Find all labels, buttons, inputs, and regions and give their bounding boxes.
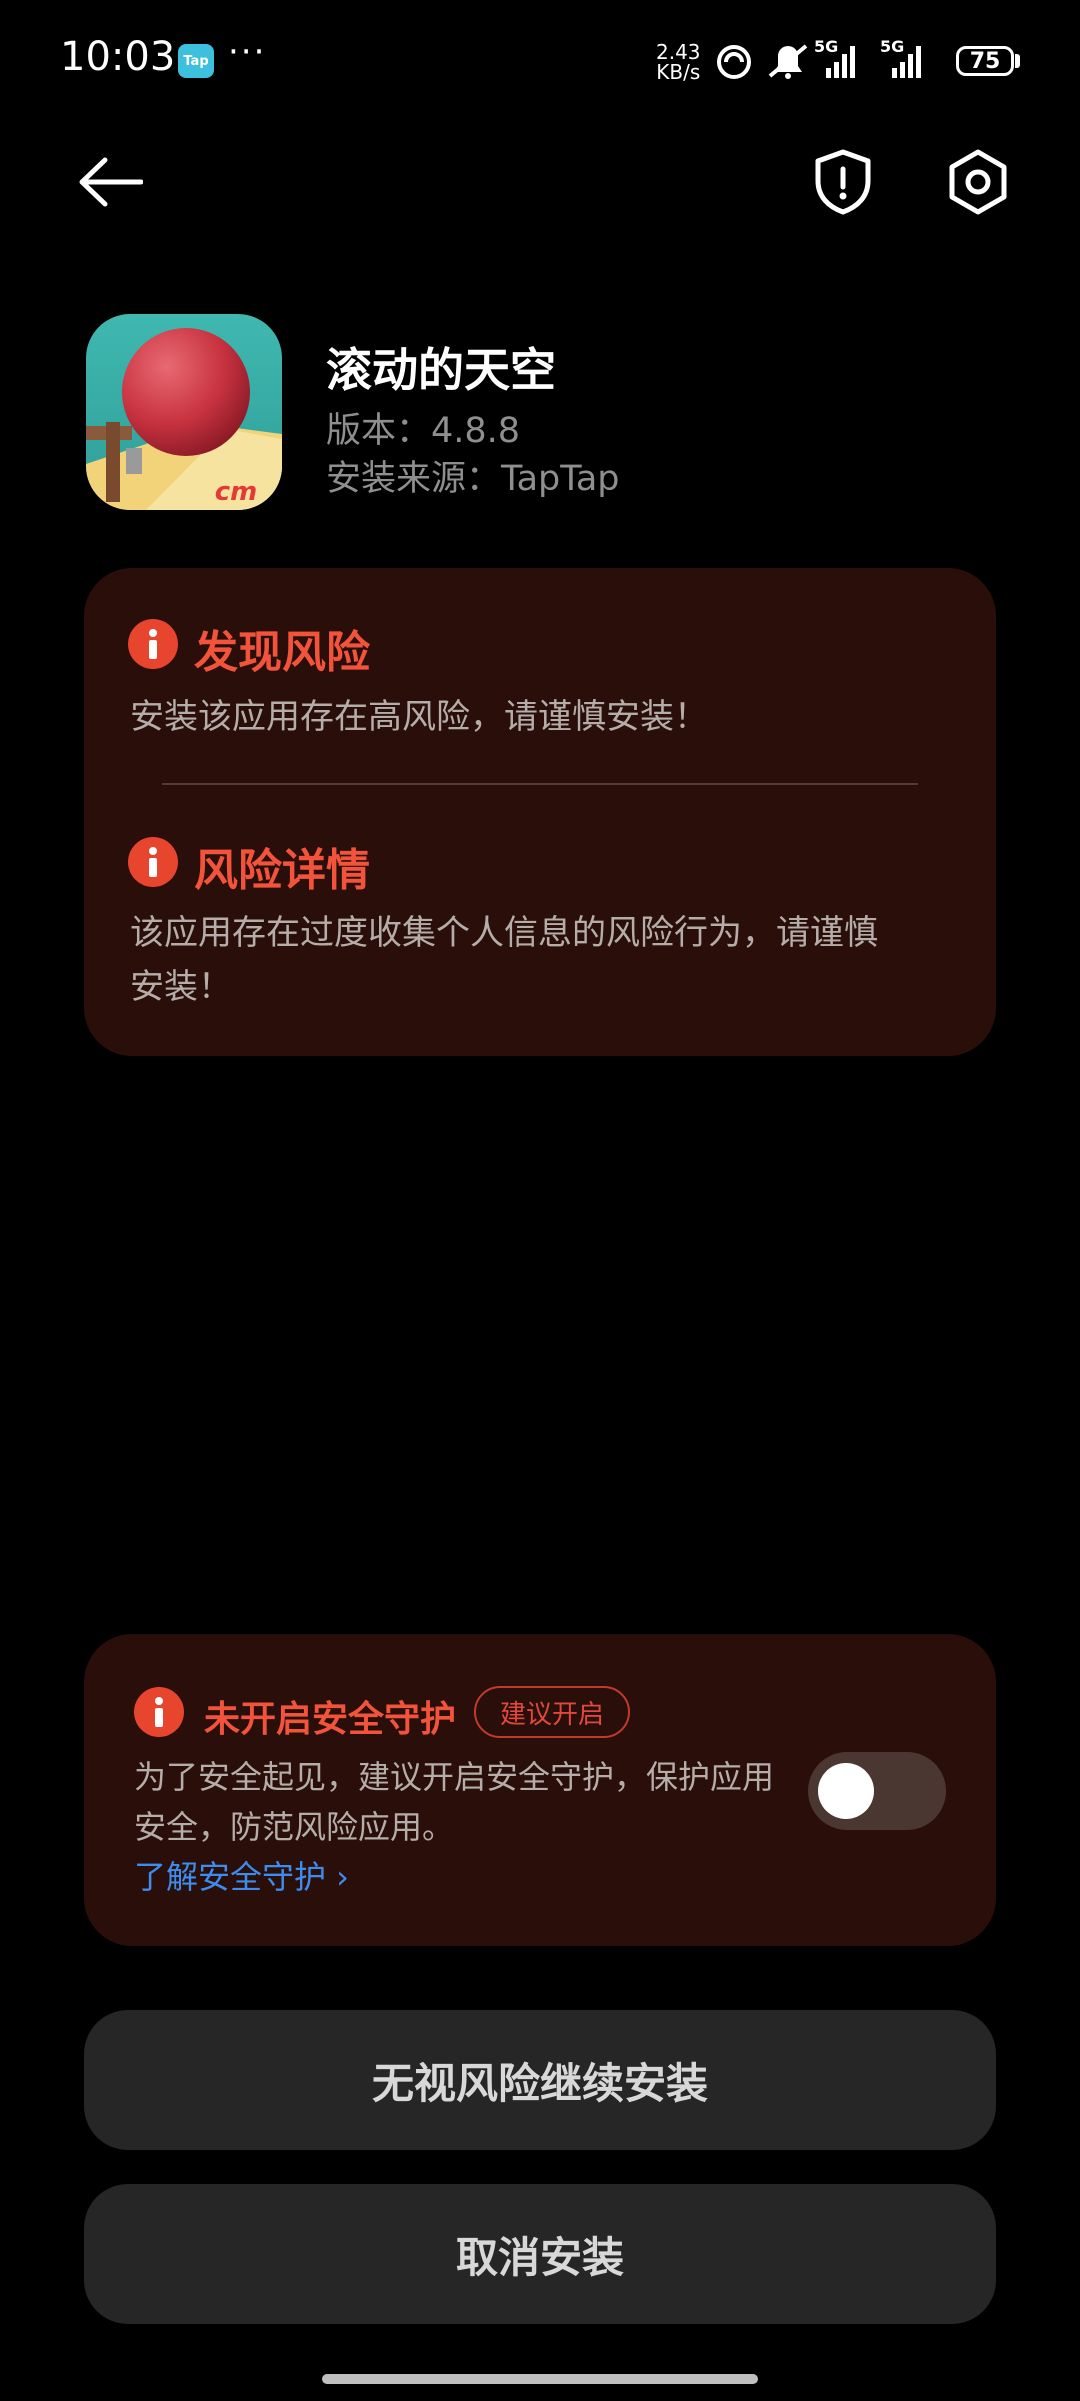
hotspot-icon <box>717 45 751 79</box>
risk-detail-line2: 安装！ <box>130 967 232 1007</box>
signal-5g-icon-2: 5G <box>880 37 921 78</box>
toggle-knob <box>818 1763 874 1819</box>
rolling-sky-app-icon: cm <box>86 314 282 510</box>
taptap-notification-icon: Tap <box>178 44 214 78</box>
shield-alert-icon <box>815 149 871 215</box>
status-icons: 5G 5G <box>717 37 921 79</box>
signal-5g-icon-1: 5G <box>814 37 855 78</box>
network-speed: 2.43 KB/s <box>656 42 701 82</box>
risk-detail-text: 该应用存在过度收集个人信息的风险行为，请谨慎 安装！ <box>130 906 878 1014</box>
security-description-line2: 安全，防范风险应用。 <box>134 1808 455 1846</box>
version-value: 4.8.8 <box>431 411 521 451</box>
app-icon: cm <box>86 314 282 510</box>
network-speed-value: 2.43 <box>656 40 701 64</box>
risk-detail-warning-icon <box>128 837 178 887</box>
signal-2-label: 5G <box>880 37 904 56</box>
risk-detail-title: 风险详情 <box>194 845 370 896</box>
risk-found-title: 发现风险 <box>194 627 370 678</box>
security-report-button[interactable] <box>808 146 878 218</box>
back-arrow-icon <box>79 157 143 207</box>
security-warning-icon <box>134 1687 184 1737</box>
source-label: 安装来源： <box>326 459 502 499</box>
battery-tip <box>1015 54 1020 68</box>
status-time: 10:03 <box>60 34 176 80</box>
risk-detail-line1: 该应用存在过度收集个人信息的风险行为，请谨慎 <box>130 913 878 953</box>
back-button[interactable] <box>70 146 150 218</box>
network-speed-unit: KB/s <box>656 60 701 84</box>
security-title: 未开启安全守护 <box>204 1699 457 1740</box>
risk-divider <box>162 783 918 785</box>
learn-security-link[interactable]: 了解安全守护 › <box>134 1852 349 1898</box>
battery-level: 75 <box>969 48 1001 74</box>
app-version: 版本：4.8.8 <box>326 402 520 453</box>
battery-icon: 75 <box>956 46 1014 76</box>
settings-button[interactable] <box>942 146 1014 218</box>
version-label: 版本： <box>326 411 432 451</box>
settings-gear-icon <box>949 149 1007 215</box>
app-name: 滚动的天空 <box>326 343 556 397</box>
cancel-install-button[interactable]: 取消安装 <box>84 2184 996 2324</box>
install-source: 安装来源：TapTap <box>326 450 620 501</box>
security-description: 为了安全起见，建议开启安全守护，保护应用 安全，防范风险应用。 <box>134 1752 804 1852</box>
home-indicator[interactable] <box>322 2374 758 2384</box>
source-value: TapTap <box>501 459 620 499</box>
ignore-risk-continue-install-button[interactable]: 无视风险继续安装 <box>84 2010 996 2150</box>
more-notifications-icon: ··· <box>228 32 267 72</box>
signal-1-label: 5G <box>814 37 838 56</box>
risk-found-text: 安装该应用存在高风险，请谨慎安装！ <box>130 697 708 737</box>
security-description-line1: 为了安全起见，建议开启安全守护，保护应用 <box>134 1758 775 1796</box>
app-icon-brand: cm <box>215 477 258 507</box>
suggest-enable-badge: 建议开启 <box>474 1686 631 1738</box>
risk-warning-icon <box>128 619 178 669</box>
mute-bell-icon <box>768 44 808 79</box>
